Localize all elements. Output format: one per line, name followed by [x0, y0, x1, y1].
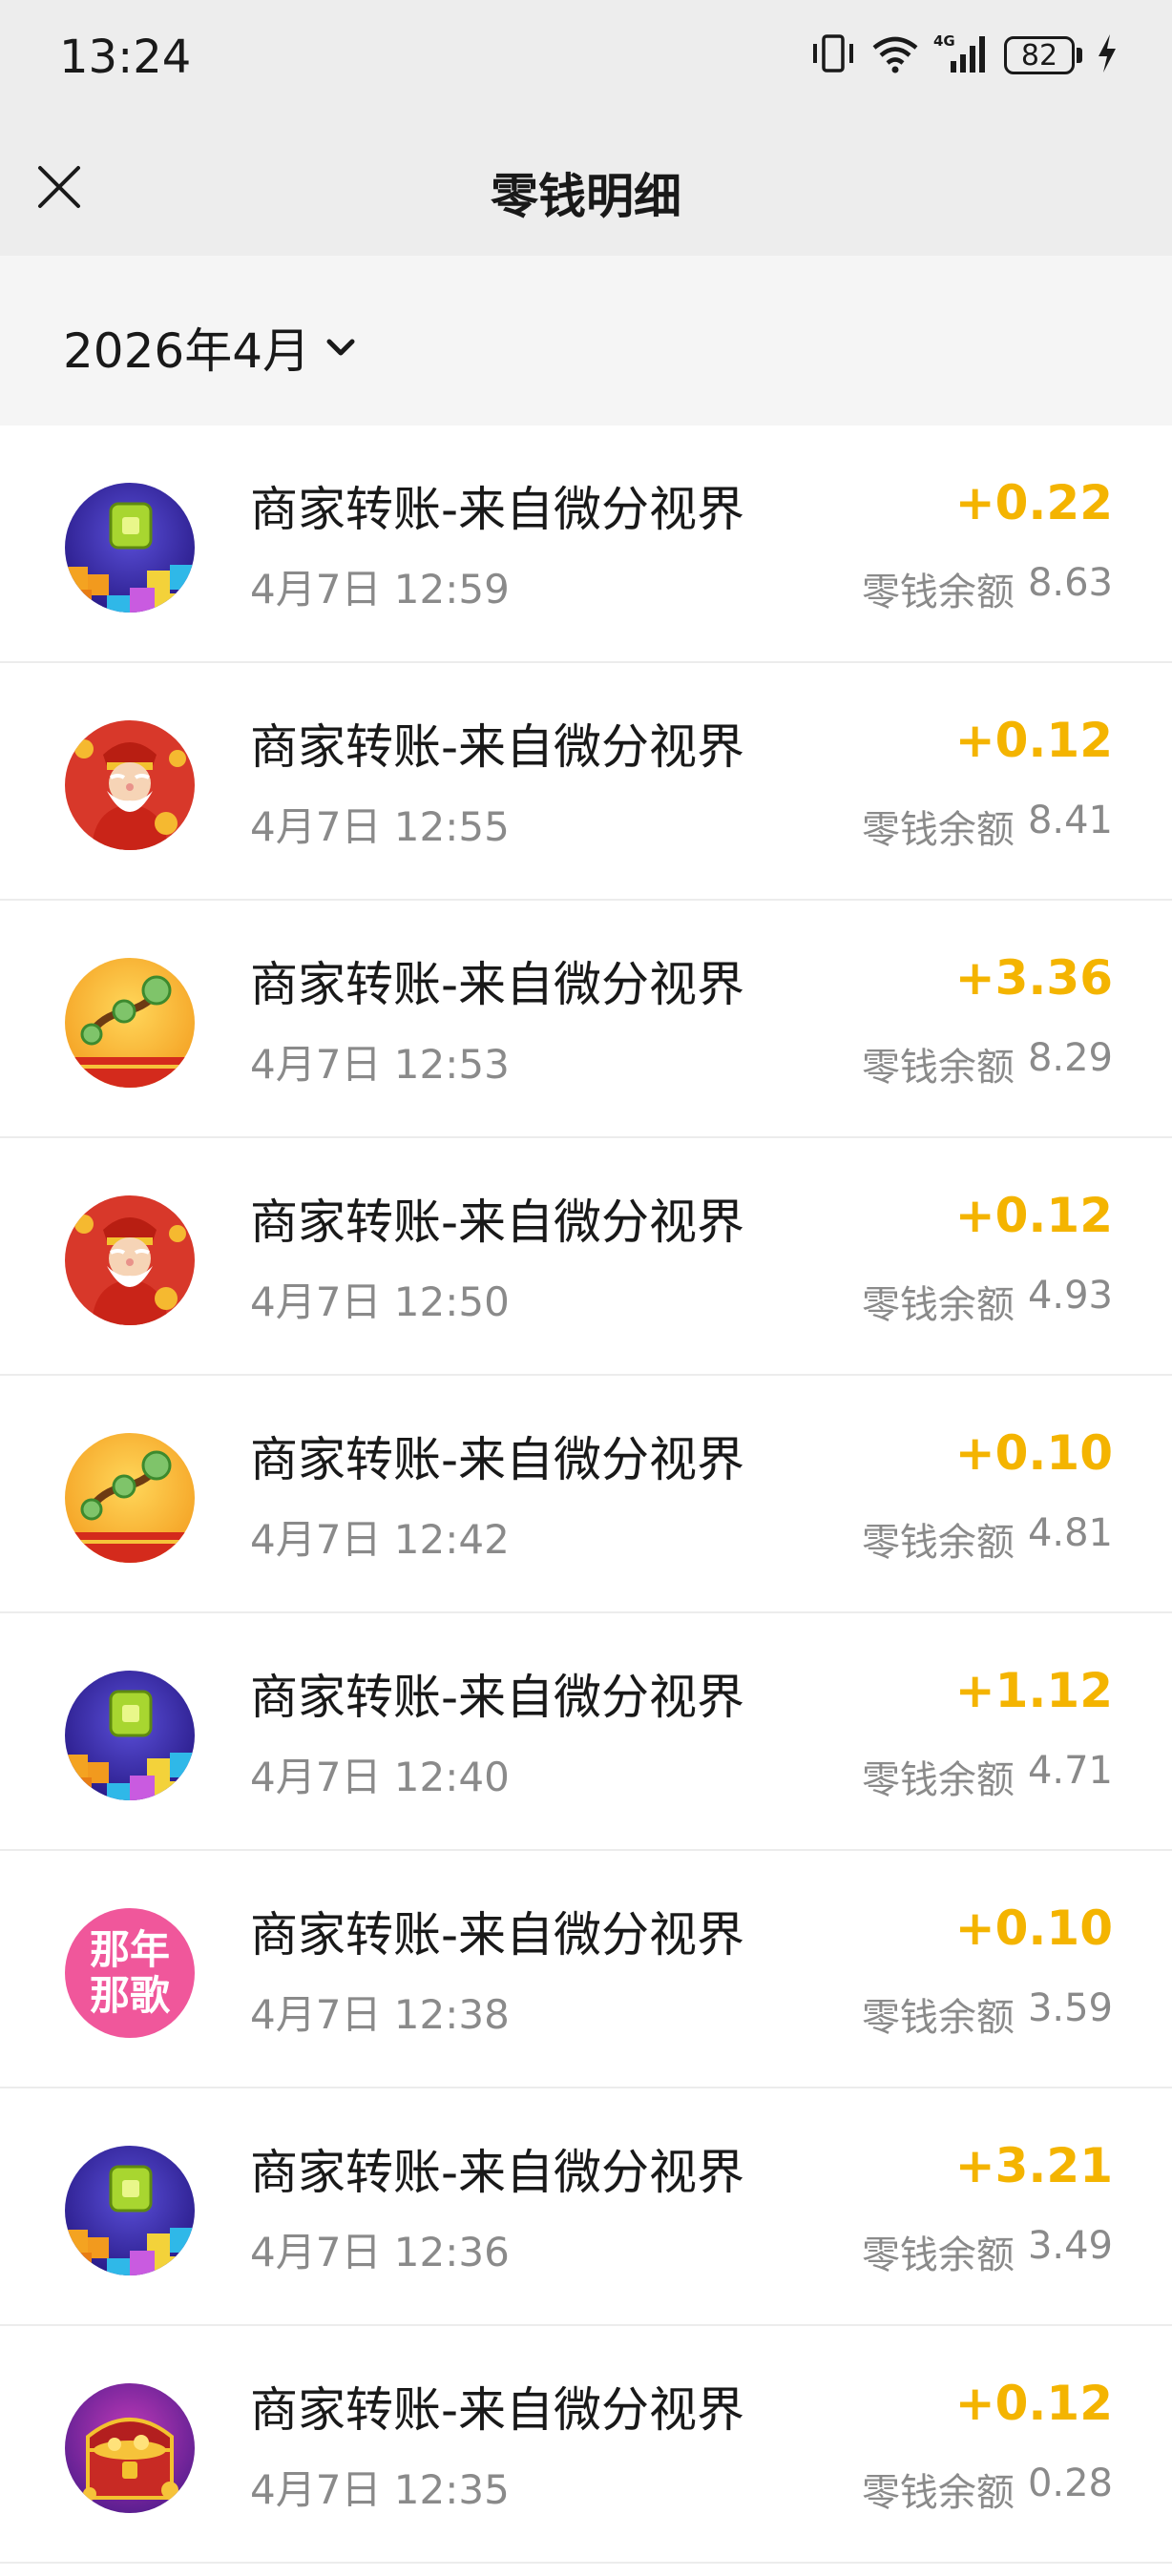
transaction-title: 商家转账-来自微分视界: [250, 719, 745, 775]
balance-value: 8.41: [1027, 799, 1113, 842]
transaction-row[interactable]: 商家转账-来自微分视界 4月7日 12:36 +3.21 零钱余额 3.49: [0, 2088, 1172, 2326]
balance-info: 零钱余额 8.41: [862, 799, 1113, 854]
balance-info: 零钱余额 8.63: [862, 561, 1113, 616]
transaction-title: 商家转账-来自微分视界: [250, 1907, 745, 1963]
transaction-row[interactable]: 商家转账-来自微分视界 4月7日 12:40 +1.12 零钱余额 4.71: [0, 1613, 1172, 1851]
transaction-time: 4月7日 12:42: [250, 1516, 510, 1563]
balance-label: 零钱余额: [861, 1758, 1015, 1802]
wifi-icon: [870, 32, 920, 78]
fortune-god-avatar: [65, 720, 195, 850]
balance-info: 零钱余额 4.71: [862, 1749, 1113, 1804]
nav-bar: 零钱明细: [0, 122, 1172, 256]
status-time: 13:24: [59, 31, 192, 84]
transaction-time: 4月7日 12:53: [250, 1041, 510, 1088]
balance-label: 零钱余额: [861, 1283, 1015, 1327]
block-game-avatar: [65, 2146, 195, 2275]
transaction-title: 商家转账-来自微分视界: [250, 482, 745, 537]
transaction-amount: +3.21: [954, 2138, 1113, 2193]
balance-label: 零钱余额: [861, 808, 1015, 852]
transaction-amount: +0.10: [954, 1901, 1113, 1956]
balance-label: 零钱余额: [861, 571, 1015, 614]
balance-value: 4.81: [1027, 1511, 1113, 1555]
battery-level: 82: [1004, 36, 1075, 74]
transaction-amount: +1.12: [954, 1663, 1113, 1718]
balance-value: 4.71: [1027, 1749, 1113, 1793]
page-title: 零钱明细: [491, 169, 681, 224]
transaction-row[interactable]: 商家转账-来自微分视界 4月7日 12:53 +3.36 零钱余额 8.29: [0, 901, 1172, 1138]
balance-info: 零钱余额 3.59: [862, 1986, 1113, 2042]
avatar-label-line: 那歌: [89, 1972, 170, 2019]
balance-info: 零钱余额 3.49: [862, 2224, 1113, 2279]
avatar-label-line: 那年: [89, 1926, 170, 1973]
balance-label: 零钱余额: [861, 1996, 1015, 2040]
transaction-row[interactable]: 商家转账-来自微分视界 4月7日 12:50 +0.12 零钱余额 4.93: [0, 1138, 1172, 1376]
transaction-list: 商家转账-来自微分视界 4月7日 12:59 +0.22 零钱余额 8.63 商家转账-…: [0, 426, 1172, 2564]
avatar-label: 那年 那歌: [65, 1908, 195, 2038]
balance-info: 零钱余额 4.93: [862, 1274, 1113, 1329]
transaction-time: 4月7日 12:38: [250, 1991, 510, 2038]
vibrate-icon: [809, 32, 857, 78]
balance-value: 8.63: [1027, 561, 1113, 605]
balance-value: 4.93: [1027, 1274, 1113, 1318]
block-game-avatar: [65, 483, 195, 613]
signal-icon: 4G: [933, 32, 991, 78]
balance-info: 零钱余额 8.29: [862, 1036, 1113, 1091]
transaction-time: 4月7日 12:59: [250, 566, 510, 613]
transaction-time: 4月7日 12:50: [250, 1278, 510, 1325]
transaction-time: 4月7日 12:36: [250, 2229, 510, 2275]
transaction-row[interactable]: 商家转账-来自微分视界 4月7日 12:59 +0.22 零钱余额 8.63: [0, 426, 1172, 663]
month-selector[interactable]: 2026年4月: [63, 313, 358, 382]
transaction-title: 商家转账-来自微分视界: [250, 1432, 745, 1487]
transaction-amount: +0.12: [954, 2376, 1113, 2431]
month-label: 2026年4月: [63, 323, 311, 379]
balance-label: 零钱余额: [861, 1521, 1015, 1565]
transaction-amount: +3.36: [954, 950, 1113, 1006]
battery-icon: 82: [1004, 36, 1082, 74]
transaction-amount: +0.12: [954, 1188, 1113, 1243]
ruyi-avatar: [65, 958, 195, 1088]
status-icons: 4G 82: [809, 32, 1119, 78]
transaction-amount: +0.12: [954, 713, 1113, 768]
transaction-row[interactable]: 商家转账-来自微分视界 4月7日 12:55 +0.12 零钱余额 8.41: [0, 663, 1172, 901]
status-bar: 13:24 4G 82: [0, 0, 1172, 122]
balance-info: 零钱余额 4.81: [862, 1511, 1113, 1567]
transaction-row[interactable]: 商家转账-来自微分视界 4月7日 12:42 +0.10 零钱余额 4.81: [0, 1376, 1172, 1613]
charging-icon: [1096, 32, 1119, 78]
balance-value: 3.59: [1027, 1986, 1113, 2030]
transaction-time: 4月7日 12:55: [250, 803, 510, 850]
treasure-chest-avatar: [65, 2383, 195, 2513]
transaction-title: 商家转账-来自微分视界: [250, 2382, 745, 2438]
transaction-title: 商家转账-来自微分视界: [250, 1195, 745, 1250]
transaction-time: 4月7日 12:35: [250, 2466, 510, 2513]
balance-label: 零钱余额: [861, 2471, 1015, 2515]
transaction-amount: +0.22: [954, 475, 1113, 530]
transaction-amount: +0.10: [954, 1425, 1113, 1481]
month-filter-bar: 2026年4月: [0, 256, 1172, 426]
balance-value: 3.49: [1027, 2224, 1113, 2268]
block-game-avatar: [65, 1671, 195, 1800]
fortune-god-avatar: [65, 1195, 195, 1325]
song-avatar: 那年 那歌: [65, 1908, 195, 2038]
balance-value: 8.29: [1027, 1036, 1113, 1080]
balance-info: 零钱余额 0.28: [862, 2462, 1113, 2517]
chevron-down-icon: [326, 339, 355, 356]
transaction-title: 商家转账-来自微分视界: [250, 1670, 745, 1725]
balance-label: 零钱余额: [861, 1046, 1015, 1090]
ruyi-avatar: [65, 1433, 195, 1563]
transaction-title: 商家转账-来自微分视界: [250, 2145, 745, 2200]
balance-value: 0.28: [1027, 2462, 1113, 2505]
network-type-label: 4G: [933, 32, 955, 50]
transaction-time: 4月7日 12:40: [250, 1754, 510, 1800]
balance-label: 零钱余额: [861, 2233, 1015, 2277]
transaction-row[interactable]: 商家转账-来自微分视界 4月7日 12:35 +0.12 零钱余额 0.28: [0, 2326, 1172, 2564]
transaction-title: 商家转账-来自微分视界: [250, 957, 745, 1012]
transaction-row[interactable]: 那年 那歌 商家转账-来自微分视界 4月7日 12:38 +0.10 零钱余额 3.59: [0, 1851, 1172, 2088]
